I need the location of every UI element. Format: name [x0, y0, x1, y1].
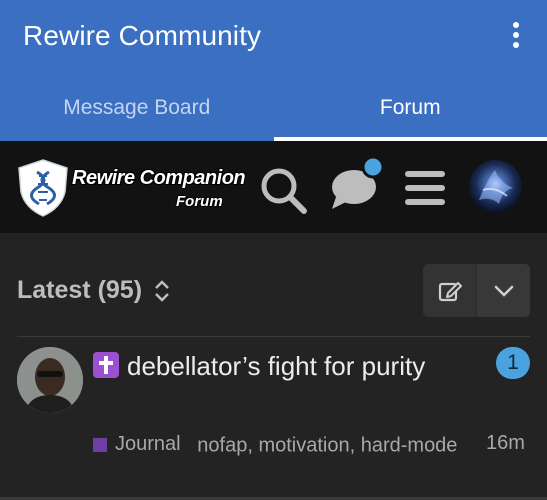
- avatar-image: [479, 170, 513, 204]
- topic-actions: [423, 264, 530, 317]
- more-options-icon[interactable]: [506, 22, 526, 52]
- search-icon[interactable]: [258, 165, 308, 215]
- hamburger-menu-icon[interactable]: [404, 168, 446, 208]
- dna-shield-icon: [18, 159, 68, 217]
- sort-chevron-icon: [155, 279, 169, 302]
- unread-count-badge[interactable]: 1: [496, 347, 530, 379]
- category-label: Journal: [115, 433, 181, 455]
- logo-subtext: Forum: [176, 193, 223, 210]
- chat-icon[interactable]: [330, 155, 386, 211]
- new-topic-button[interactable]: [423, 264, 476, 317]
- topic-title-text: debellator’s fight for purity: [127, 351, 426, 381]
- new-topic-icon: [438, 281, 462, 301]
- tab-bar: Message Board Forum: [0, 75, 547, 141]
- user-avatar[interactable]: [469, 160, 522, 213]
- author-photo: [17, 347, 83, 413]
- author-avatar[interactable]: [17, 347, 83, 413]
- category-link[interactable]: Journal: [93, 429, 181, 460]
- tab-forum[interactable]: Forum: [273, 75, 547, 141]
- forum-logo[interactable]: Rewire Companion Forum: [17, 158, 246, 218]
- topic-row[interactable]: debellator’s fight for purity 1 Journal …: [0, 337, 547, 500]
- tab-message-board[interactable]: Message Board: [0, 75, 274, 141]
- category-color-square: [93, 437, 107, 452]
- chevron-down-icon: [494, 285, 513, 297]
- latin-cross-emoji-icon: [93, 352, 119, 378]
- tab-label: Forum: [379, 96, 441, 119]
- app-bar: Rewire Community: [0, 0, 547, 75]
- topic-age[interactable]: 16m: [486, 432, 525, 455]
- sort-label: Latest (95): [17, 276, 143, 304]
- topic-meta: Journal nofap, motivation, hard-mode: [93, 429, 483, 462]
- logo-text: Rewire Companion: [72, 167, 246, 189]
- topic-tags[interactable]: nofap, motivation, hard-mode: [186, 435, 457, 457]
- notification-dot: [361, 155, 385, 179]
- forum-header: Rewire Companion Forum: [0, 141, 547, 233]
- more-actions-button[interactable]: [476, 264, 530, 317]
- app-title: Rewire Community: [23, 20, 262, 51]
- topic-title[interactable]: debellator’s fight for purity: [93, 349, 473, 384]
- sort-dropdown[interactable]: Latest (95): [17, 276, 172, 305]
- topic-list-area: Latest (95) debellator’s fight for purit…: [0, 233, 547, 500]
- tab-label: Message Board: [63, 96, 211, 119]
